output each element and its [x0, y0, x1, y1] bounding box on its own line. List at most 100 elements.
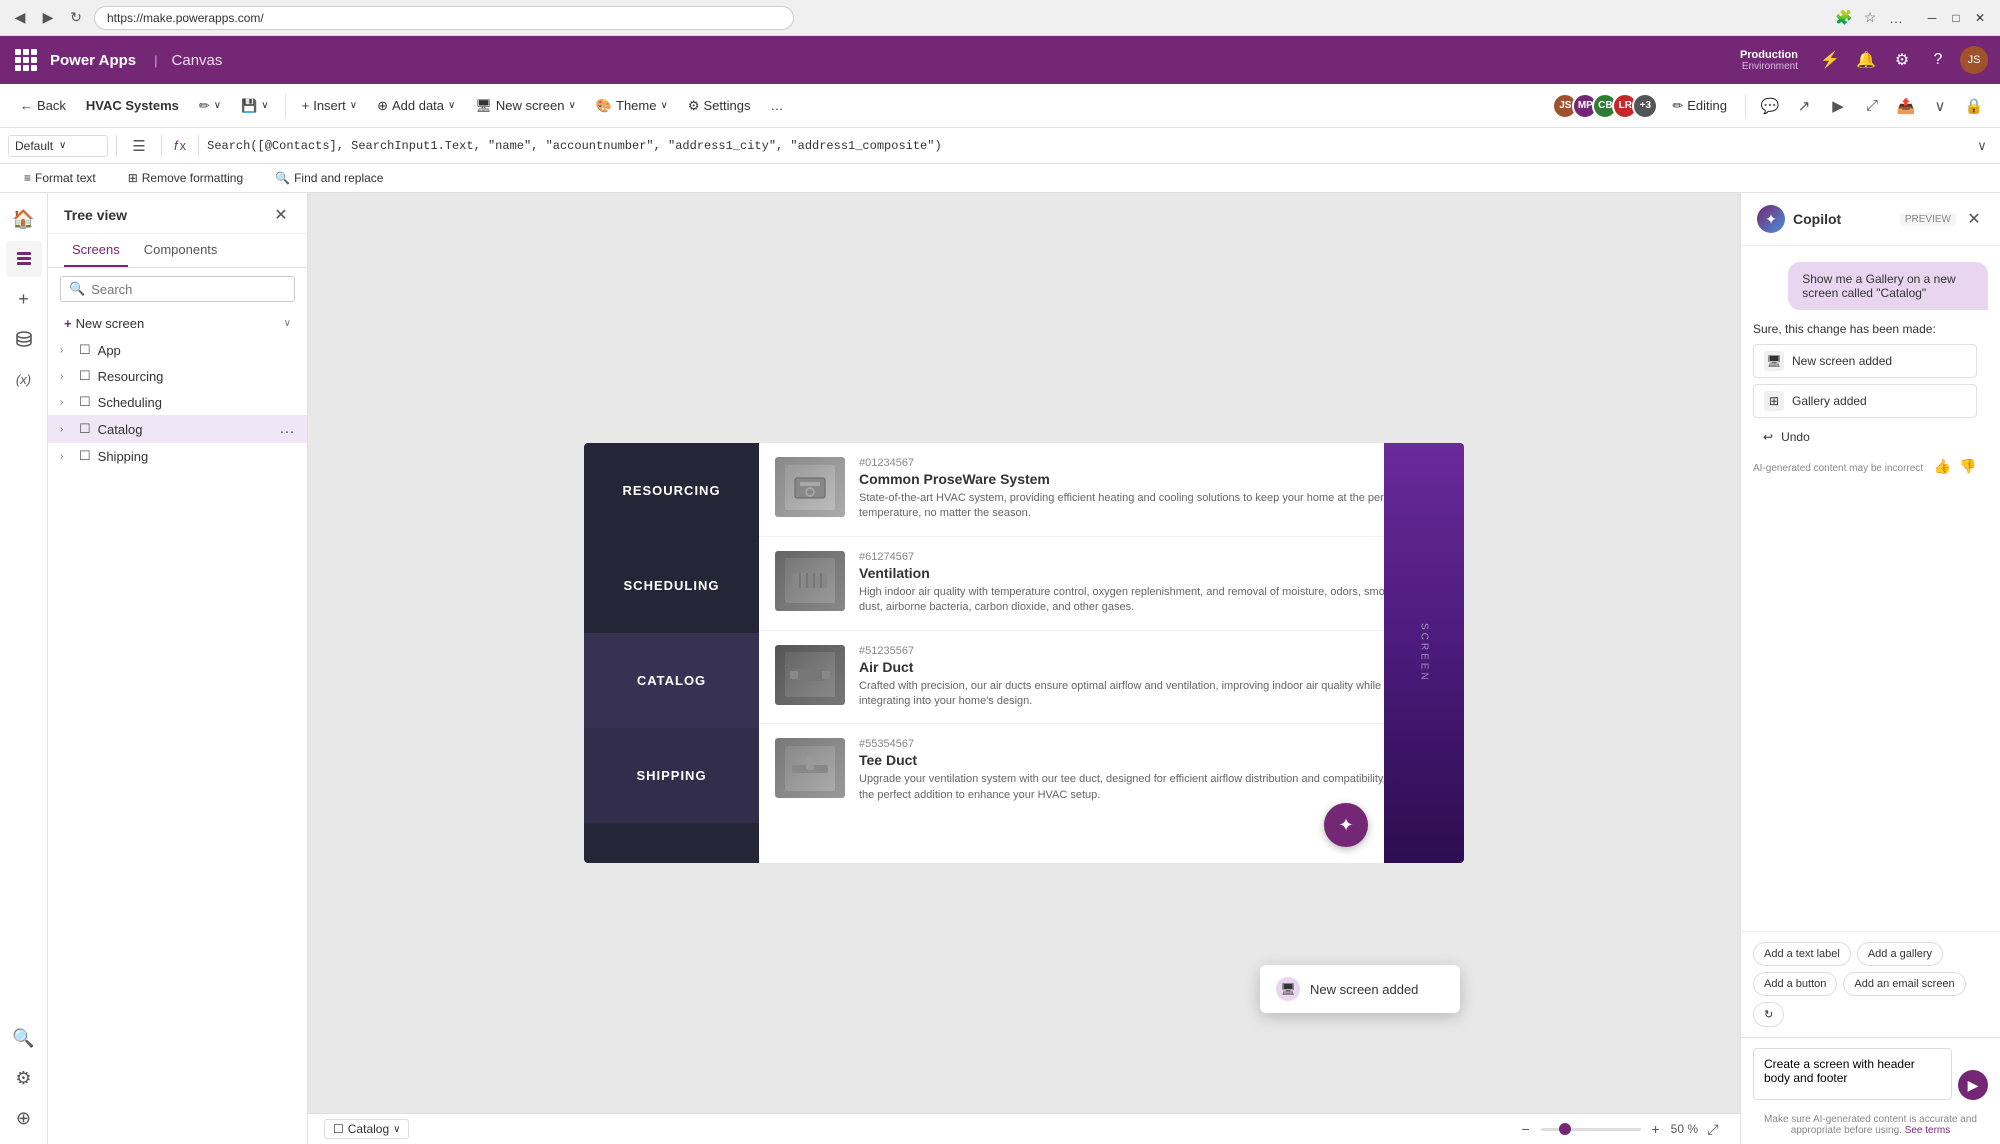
share-btn[interactable]: ↗ [1790, 92, 1818, 120]
back-icon: ← [20, 98, 33, 113]
checkbox-icon: ☐ [333, 1122, 344, 1136]
preview-btn[interactable]: ⤢ [1858, 92, 1886, 120]
formula-dropdown[interactable]: Default ∨ [8, 135, 108, 157]
formula-input[interactable]: Search([@Contacts], SearchInput1.Text, "… [207, 139, 1968, 153]
zoom-in-btn[interactable]: + [1645, 1118, 1667, 1140]
thumbdown-btn[interactable]: 👎 [1959, 458, 1976, 475]
sidebar-plugin-icon[interactable]: ⊕ [6, 1100, 42, 1136]
nav-catalog[interactable]: CATALOG [584, 633, 759, 728]
nav-shipping[interactable]: SHIPPING [584, 728, 759, 823]
browser-forward[interactable]: ▶ [38, 8, 58, 28]
copilot-input-area: Create a screen with header body and foo… [1741, 1037, 2000, 1110]
waffle-menu[interactable] [12, 46, 40, 74]
suggestion-email-screen[interactable]: Add an email screen [1843, 972, 1965, 996]
power-btn[interactable]: ⚡ [1816, 46, 1844, 74]
canvas-frame[interactable]: RESOURCING SCHEDULING CATALOG SHIPPING [584, 443, 1464, 863]
browser-back[interactable]: ◀ [10, 8, 30, 28]
change-item-gallery[interactable]: ⊞ Gallery added [1753, 384, 1977, 418]
environment-info[interactable]: Production Environment [1740, 49, 1798, 72]
address-bar[interactable]: https://make.powerapps.com/ [94, 6, 794, 30]
browser-more-btn[interactable]: … [1886, 8, 1906, 28]
toast-icon: 🖥 [1276, 977, 1300, 1001]
edit-icon-btn[interactable]: ✏ ∨ [191, 94, 229, 118]
sidebar-insert-icon[interactable]: + [6, 281, 42, 317]
chevron-right-icon[interactable]: ∨ [1926, 92, 1954, 120]
copilot-fab[interactable]: ✦ [1324, 803, 1368, 847]
tab-screens[interactable]: Screens [64, 234, 128, 267]
sidebar-variable-icon[interactable]: (x) [6, 361, 42, 397]
tree-item-resourcing[interactable]: › ☐ Resourcing [48, 363, 307, 389]
undo-icon: ↩ [1763, 430, 1773, 444]
browser-refresh[interactable]: ↻ [66, 8, 86, 28]
add-data-btn[interactable]: ⊕ Add data ∨ [369, 94, 463, 118]
search-input[interactable] [91, 282, 286, 297]
current-screen-tag[interactable]: ☐ Catalog ∨ [324, 1119, 409, 1139]
tab-components[interactable]: Components [136, 234, 226, 267]
new-screen-btn[interactable]: 🖥 New screen ∨ [467, 94, 583, 118]
minimize-btn[interactable]: ─ [1922, 8, 1942, 28]
formula-expand-btn[interactable]: ∨ [1972, 136, 1992, 156]
comment-btn[interactable]: 💬 [1756, 92, 1784, 120]
back-button[interactable]: ← Back [12, 94, 74, 117]
user-avatar[interactable]: JS [1960, 46, 1988, 74]
product-item-4[interactable]: #55354567 Tee Duct Upgrade your ventilat… [759, 724, 1464, 817]
suggestion-text-label[interactable]: Add a text label [1753, 942, 1851, 966]
sidebar-search-icon[interactable]: 🔍 [6, 1020, 42, 1056]
fx-label: f x [170, 138, 190, 153]
change-item-new-screen[interactable]: 🖥 New screen added [1753, 344, 1977, 378]
see-terms-link[interactable]: See terms [1905, 1125, 1951, 1136]
remove-formatting-btn[interactable]: ⊞ Remove formatting [120, 167, 251, 189]
avatar-extra[interactable]: +3 [1632, 93, 1658, 119]
thumbup-btn[interactable]: 👍 [1934, 458, 1951, 475]
nav-scheduling[interactable]: SCHEDULING [584, 538, 759, 633]
help-btn[interactable]: ? [1924, 46, 1952, 74]
sidebar-home-icon[interactable]: 🏠 [6, 201, 42, 237]
fullscreen-btn[interactable]: ⤢ [1702, 1118, 1724, 1140]
copilot-send-btn[interactable]: ▶ [1958, 1070, 1988, 1100]
product-item-1[interactable]: #01234567 Common ProseWare System State-… [759, 443, 1464, 537]
notification-bell[interactable]: 🔔 [1852, 46, 1880, 74]
send-icon: ▶ [1968, 1077, 1979, 1094]
zoom-out-btn[interactable]: − [1515, 1118, 1537, 1140]
tree-close-btn[interactable]: ✕ [271, 205, 291, 225]
tree-item-shipping[interactable]: › ☐ Shipping [48, 443, 307, 469]
publish-btn[interactable]: 📤 [1892, 92, 1920, 120]
tree-item-catalog[interactable]: › ☐ Catalog … [48, 415, 307, 443]
suggestion-refresh[interactable]: ↻ [1753, 1002, 1784, 1027]
settings-toolbar-btn[interactable]: ⚙ Settings [680, 94, 759, 118]
close-btn[interactable]: ✕ [1970, 8, 1990, 28]
tree-item-scheduling[interactable]: › ☐ Scheduling [48, 389, 307, 415]
product-item-2[interactable]: #61274567 Ventilation High indoor air qu… [759, 537, 1464, 631]
copilot-input[interactable]: Create a screen with header body and foo… [1753, 1048, 1952, 1100]
theme-icon: 🎨 [596, 98, 612, 114]
more-icon[interactable]: … [279, 420, 295, 438]
sidebar-data-icon[interactable] [6, 321, 42, 357]
sidebar-layers-icon[interactable] [6, 241, 42, 277]
format-text-btn[interactable]: ≡ Format text [16, 167, 104, 189]
find-replace-btn[interactable]: 🔍 Find and replace [267, 167, 391, 189]
product-info-2: #61274567 Ventilation High indoor air qu… [859, 551, 1448, 616]
suggestion-gallery[interactable]: Add a gallery [1857, 942, 1943, 966]
save-btn[interactable]: 💾 ∨ [233, 94, 277, 118]
lock-btn[interactable]: 🔒 [1960, 92, 1988, 120]
maximize-btn[interactable]: □ [1946, 8, 1966, 28]
tree-item-app[interactable]: › ☐ App [48, 337, 307, 363]
product-item-3[interactable]: #51235567 Air Duct Crafted with precisio… [759, 631, 1464, 725]
undo-btn[interactable]: ↩ Undo [1753, 424, 1977, 450]
insert-btn[interactable]: + Insert ∨ [294, 94, 365, 117]
new-screen-btn[interactable]: + New screen ∨ [48, 310, 307, 337]
more-toolbar-btn[interactable]: … [762, 94, 791, 117]
suggestion-button[interactable]: Add a button [1753, 972, 1837, 996]
theme-btn[interactable]: 🎨 Theme ∨ [588, 94, 676, 118]
hamburger-btn[interactable]: ☰ [125, 132, 153, 160]
app-name-btn[interactable]: HVAC Systems [78, 94, 187, 117]
settings-btn[interactable]: ⚙ [1888, 46, 1916, 74]
nav-resourcing[interactable]: RESOURCING [584, 443, 759, 538]
product-id-2: #61274567 [859, 551, 1448, 563]
favorites-btn[interactable]: ☆ [1860, 8, 1880, 28]
sidebar-settings-bottom-icon[interactable]: ⚙ [6, 1060, 42, 1096]
play-btn[interactable]: ▶ [1824, 92, 1852, 120]
copilot-close-btn[interactable]: ✕ [1964, 209, 1984, 229]
zoom-slider[interactable] [1541, 1128, 1641, 1131]
extensions-btn[interactable]: 🧩 [1834, 8, 1854, 28]
